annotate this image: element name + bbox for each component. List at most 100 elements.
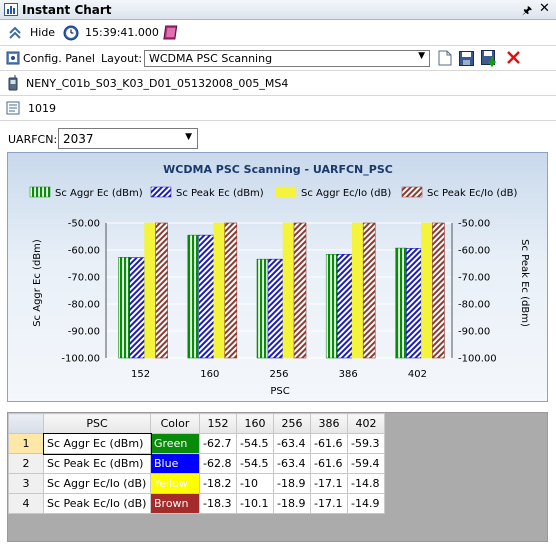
toolbar-hide-time: Hide 15:39:41.000 <box>0 21 556 46</box>
uarfcn-select[interactable]: 2037 ▼ <box>58 128 198 149</box>
y2-tick-label: -70.00 <box>458 273 490 284</box>
row-label-cell[interactable]: Sc Peak Ec/Io (dB) <box>43 493 151 514</box>
legend-label: Sc Peak Ec (dBm) <box>176 188 264 199</box>
bar-2-152 <box>129 257 145 359</box>
value-cell[interactable]: -14.8 <box>347 473 385 494</box>
hide-button[interactable]: Hide <box>30 26 55 39</box>
bar-2-160 <box>198 234 215 359</box>
save-layout-icon[interactable] <box>459 51 474 69</box>
y2-tick-label: -100.00 <box>458 354 497 365</box>
column-header-160[interactable]: 160 <box>236 413 274 434</box>
color-cell[interactable]: Blue <box>150 453 200 474</box>
x-tick-label: 386 <box>339 369 358 380</box>
value-cell[interactable]: -62.8 <box>199 453 237 474</box>
save-as-layout-icon[interactable] <box>481 50 499 70</box>
table-row[interactable]: 1 Sc Aggr Ec (dBm) Green -62.7 -54.5 -63.4 -61… <box>8 432 385 455</box>
bar-1-152 <box>118 256 130 359</box>
bar-2-256 <box>267 258 284 359</box>
bar-3-402 <box>421 222 433 359</box>
row-number[interactable]: 2 <box>8 453 44 474</box>
table-row[interactable]: 4 Sc Peak Ec/Io (dB) Brown -18.3 -10.1 -18.9-… <box>8 493 385 514</box>
value-cell[interactable]: -54.5 <box>236 453 274 474</box>
y2-tick-label: -80.00 <box>458 300 490 311</box>
y2-axis-label: Sc Peak Ec (dBm) <box>519 239 530 327</box>
chart-svg: WCDMA PSC Scanning - UARFCN_PSC Sc Aggr … <box>29 163 530 397</box>
value-cell[interactable]: -18.2 <box>199 473 237 494</box>
value-cell[interactable]: -61.6 <box>310 433 348 454</box>
y2-tick-label: -50.00 <box>458 219 490 230</box>
close-icon[interactable]: ✕ <box>539 1 550 16</box>
legend-swatch <box>401 186 423 198</box>
value-cell[interactable]: -59.4 <box>347 453 385 474</box>
table-corner[interactable] <box>8 413 44 434</box>
column-header-color[interactable]: Color <box>150 413 200 434</box>
bar-2-402 <box>406 248 422 359</box>
hide-chevron-icon[interactable] <box>8 26 22 43</box>
x-tick-label: 160 <box>200 369 219 380</box>
book-icon[interactable] <box>163 24 181 45</box>
bar-4-386 <box>362 222 376 359</box>
data-grid[interactable]: PSC Color 152 160 256 386 402 1 Sc Aggr Ec (dBm… <box>7 412 548 542</box>
pin-icon[interactable]: 🖈 <box>522 2 532 21</box>
value-cell[interactable]: -17.1 <box>310 473 348 494</box>
delete-layout-icon[interactable] <box>506 50 521 68</box>
color-cell[interactable]: Green <box>150 433 200 454</box>
y-axis-label: Sc Aggr Ec (dBm) <box>32 239 43 327</box>
chevron-down-icon[interactable]: ▼ <box>418 51 425 61</box>
y-tick-label: -70.00 <box>68 273 100 284</box>
legend-label: Sc Aggr Ec/Io (dB) <box>301 188 391 199</box>
value-cell[interactable]: -61.6 <box>310 453 348 474</box>
bar-1-402 <box>395 247 407 359</box>
legend-swatch <box>275 186 297 198</box>
row-number[interactable]: 4 <box>8 493 44 514</box>
chart-title: WCDMA PSC Scanning - UARFCN_PSC <box>163 163 393 176</box>
row-number[interactable]: 1 <box>8 433 44 454</box>
layout-select[interactable]: WCDMA PSC Scanning ▼ <box>144 50 430 67</box>
value-cell[interactable]: -14.9 <box>347 493 385 514</box>
table-header-row: PSC Color 152 160 256 386 402 <box>8 413 385 434</box>
info-row: 1019 <box>0 96 556 121</box>
row-label-cell[interactable]: Sc Peak Ec (dBm) <box>43 453 151 474</box>
table-row[interactable]: 3 Sc Aggr Ec/Io (dB) Yellow -18.2 -10 -18.9 -1… <box>8 473 385 494</box>
row-label-cell[interactable]: Sc Aggr Ec/Io (dB) <box>43 473 151 494</box>
table-row[interactable]: 2 Sc Peak Ec (dBm) Blue -62.8 -54.5 -63.4 -61.… <box>8 453 385 474</box>
info-value: 1019 <box>28 102 56 115</box>
row-label-cell[interactable]: Sc Aggr Ec (dBm) <box>42 432 152 455</box>
value-cell[interactable]: -18.3 <box>199 493 237 514</box>
window-title: Instant Chart <box>22 3 112 17</box>
column-header-256[interactable]: 256 <box>273 413 311 434</box>
value-cell[interactable]: -10.1 <box>236 493 274 514</box>
value-cell[interactable]: -18.9 <box>273 473 311 494</box>
value-cell[interactable]: -63.4 <box>273 453 311 474</box>
config-panel-button[interactable]: Config. Panel <box>23 52 95 65</box>
value-cell[interactable]: -17.1 <box>310 493 348 514</box>
legend-swatch <box>29 186 51 198</box>
y-tick-label: -80.00 <box>68 300 100 311</box>
column-header-402[interactable]: 402 <box>347 413 385 434</box>
y-tick-label: -90.00 <box>68 327 100 338</box>
x-axis-label: PSC <box>270 386 289 397</box>
chart-panel: WCDMA PSC Scanning - UARFCN_PSC Sc Aggr … <box>7 152 548 402</box>
column-header-152[interactable]: 152 <box>199 413 237 434</box>
bar-4-256 <box>293 222 307 359</box>
bar-3-152 <box>144 222 156 359</box>
column-header-psc[interactable]: PSC <box>43 413 151 434</box>
value-cell[interactable]: -62.7 <box>199 433 237 454</box>
config-panel-icon[interactable] <box>6 51 20 68</box>
column-header-386[interactable]: 386 <box>310 413 348 434</box>
value-cell[interactable]: -54.5 <box>236 433 274 454</box>
x-tick-label: 152 <box>131 369 150 380</box>
bar-4-152 <box>155 222 168 359</box>
value-cell[interactable]: -18.9 <box>273 493 311 514</box>
chevron-down-icon[interactable]: ▼ <box>185 132 192 142</box>
new-layout-icon[interactable] <box>438 50 452 69</box>
y-tick-label: -50.00 <box>68 219 100 230</box>
row-number[interactable]: 3 <box>8 473 44 494</box>
value-cell[interactable]: -10 <box>236 473 274 494</box>
bar-1-386 <box>325 254 338 359</box>
value-cell[interactable]: -63.4 <box>273 433 311 454</box>
time-display: 15:39:41.000 <box>85 26 159 39</box>
color-cell[interactable]: Brown <box>150 493 200 514</box>
color-cell[interactable]: Yellow <box>150 473 200 494</box>
value-cell[interactable]: -59.3 <box>347 433 385 454</box>
